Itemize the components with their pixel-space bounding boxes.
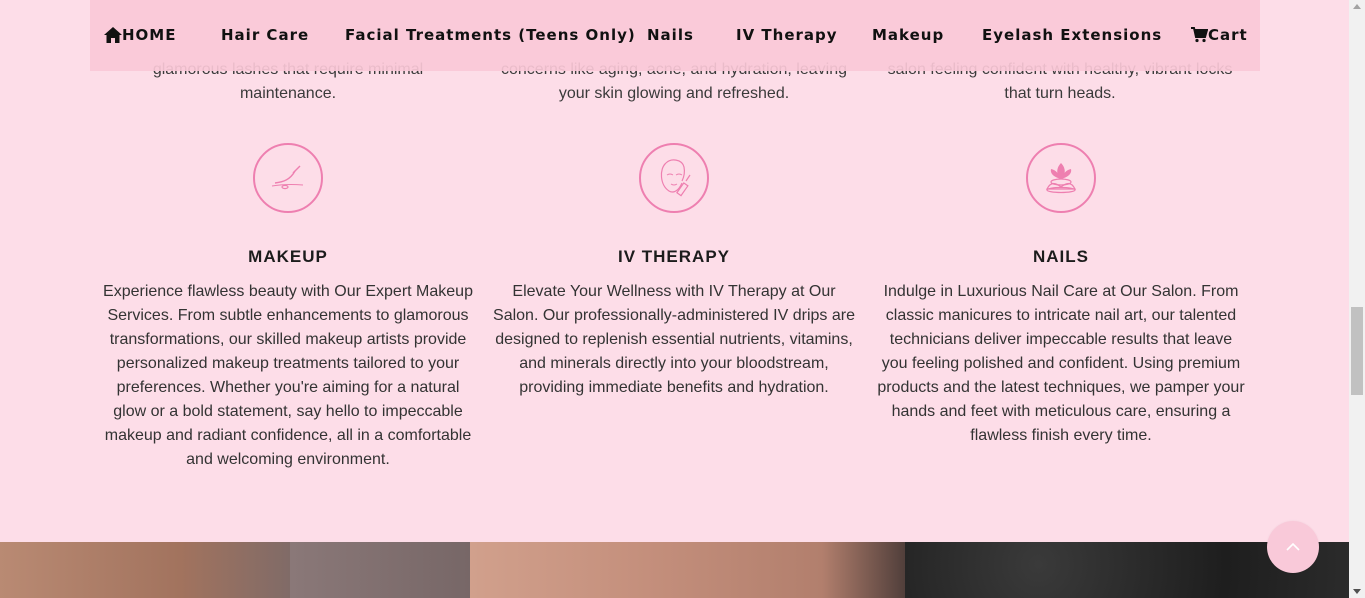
home-icon	[104, 27, 122, 43]
lash-brush-icon	[253, 143, 323, 213]
scroll-to-top-button[interactable]	[1267, 521, 1319, 573]
scroll-up-arrow-icon[interactable]	[1353, 4, 1361, 9]
text-line: maintenance.	[239, 85, 337, 102]
service-title: IV THERAPY	[617, 247, 731, 266]
lotus-stones-icon	[1026, 143, 1096, 213]
nav-cart-label: Cart	[1208, 26, 1248, 44]
service-makeup: MAKEUP Experience flawless beauty with O…	[103, 143, 473, 472]
nav-hair-care[interactable]: Hair Care	[221, 26, 309, 44]
service-description: Indulge in Luxurious Nail Care at Our Sa…	[877, 283, 1245, 444]
nav-home-link[interactable]: HOME	[104, 26, 176, 44]
service-nails: NAILS Indulge in Luxurious Nail Care at …	[876, 143, 1246, 448]
text-line: your skin glowing and refreshed.	[558, 85, 790, 102]
scrollbar-thumb[interactable]	[1351, 307, 1363, 395]
service-title: MAKEUP	[248, 247, 328, 266]
nav-iv-therapy[interactable]: IV Therapy	[736, 26, 838, 44]
page-scrollbar[interactable]	[1349, 0, 1365, 598]
nav-makeup[interactable]: Makeup	[872, 26, 944, 44]
chevron-up-icon	[1286, 538, 1300, 556]
nav-eyelash-extensions[interactable]: Eyelash Extensions	[982, 26, 1162, 44]
page: glamorous lashes that require minimal ma…	[0, 0, 1349, 598]
service-iv-therapy: IV THERAPY Elevate Your Wellness with IV…	[489, 143, 859, 400]
service-title: NAILS	[1033, 247, 1089, 266]
service-description: Experience flawless beauty with Our Expe…	[103, 283, 473, 468]
text-line: that turn heads.	[1004, 85, 1116, 102]
hero-photo-band	[0, 542, 1349, 598]
nav-home-label: HOME	[122, 26, 177, 44]
scroll-down-arrow-icon[interactable]	[1353, 589, 1361, 594]
main-nav: HOME Hair Care Facial Treatments (Teens …	[90, 0, 1260, 71]
cart-icon	[1191, 27, 1208, 43]
nav-facial-treatments[interactable]: Facial Treatments (Teens Only)	[345, 26, 636, 44]
nav-nails[interactable]: Nails	[647, 26, 694, 44]
service-description: Elevate Your Wellness with IV Therapy at…	[493, 283, 855, 396]
nav-cart-link[interactable]: Cart	[1191, 26, 1248, 44]
face-serum-icon	[639, 143, 709, 213]
